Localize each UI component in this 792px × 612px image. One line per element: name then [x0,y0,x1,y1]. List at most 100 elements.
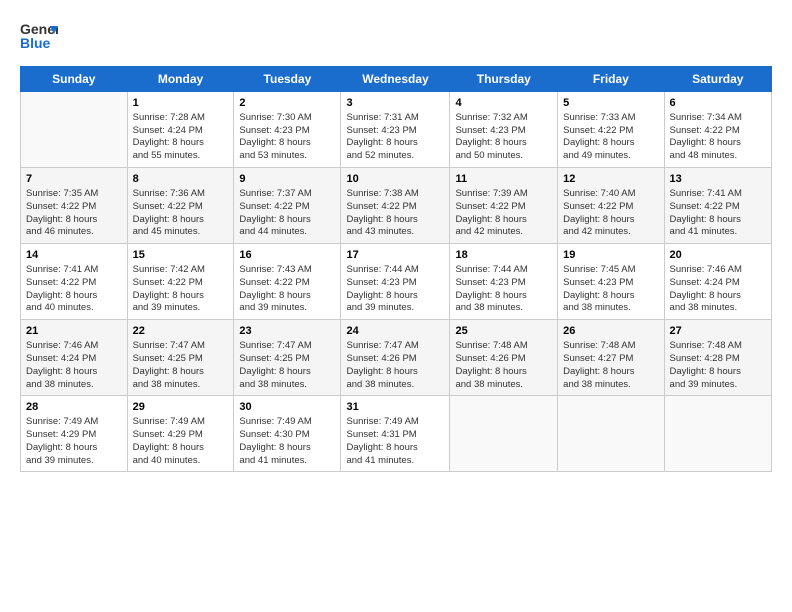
calendar-cell: 3Sunrise: 7:31 AMSunset: 4:23 PMDaylight… [341,92,450,168]
calendar-cell: 24Sunrise: 7:47 AMSunset: 4:26 PMDayligh… [341,320,450,396]
day-number: 20 [670,248,766,263]
calendar-cell: 13Sunrise: 7:41 AMSunset: 4:22 PMDayligh… [664,168,771,244]
calendar-cell: 21Sunrise: 7:46 AMSunset: 4:24 PMDayligh… [21,320,128,396]
calendar-week-1: 1Sunrise: 7:28 AMSunset: 4:24 PMDaylight… [21,92,772,168]
day-detail: Sunrise: 7:44 AMSunset: 4:23 PMDaylight:… [346,264,444,315]
day-detail: Sunrise: 7:48 AMSunset: 4:27 PMDaylight:… [563,340,658,391]
calendar-cell: 9Sunrise: 7:37 AMSunset: 4:22 PMDaylight… [234,168,341,244]
day-number: 21 [26,324,122,339]
calendar-cell: 28Sunrise: 7:49 AMSunset: 4:29 PMDayligh… [21,396,128,472]
day-number: 19 [563,248,658,263]
header-day-monday: Monday [127,67,234,92]
day-detail: Sunrise: 7:46 AMSunset: 4:24 PMDaylight:… [26,340,122,391]
day-detail: Sunrise: 7:46 AMSunset: 4:24 PMDaylight:… [670,264,766,315]
day-number: 18 [455,248,552,263]
day-number: 12 [563,172,658,187]
day-number: 1 [133,96,229,111]
day-detail: Sunrise: 7:44 AMSunset: 4:23 PMDaylight:… [455,264,552,315]
day-detail: Sunrise: 7:47 AMSunset: 4:25 PMDaylight:… [239,340,335,391]
day-detail: Sunrise: 7:49 AMSunset: 4:29 PMDaylight:… [133,416,229,467]
calendar-cell: 16Sunrise: 7:43 AMSunset: 4:22 PMDayligh… [234,244,341,320]
calendar-cell: 10Sunrise: 7:38 AMSunset: 4:22 PMDayligh… [341,168,450,244]
day-detail: Sunrise: 7:36 AMSunset: 4:22 PMDaylight:… [133,188,229,239]
day-detail: Sunrise: 7:32 AMSunset: 4:23 PMDaylight:… [455,112,552,163]
day-detail: Sunrise: 7:30 AMSunset: 4:23 PMDaylight:… [239,112,335,163]
day-number: 13 [670,172,766,187]
day-number: 5 [563,96,658,111]
calendar-cell: 5Sunrise: 7:33 AMSunset: 4:22 PMDaylight… [558,92,664,168]
calendar-cell: 4Sunrise: 7:32 AMSunset: 4:23 PMDaylight… [450,92,558,168]
day-detail: Sunrise: 7:49 AMSunset: 4:31 PMDaylight:… [346,416,444,467]
day-detail: Sunrise: 7:39 AMSunset: 4:22 PMDaylight:… [455,188,552,239]
day-detail: Sunrise: 7:40 AMSunset: 4:22 PMDaylight:… [563,188,658,239]
day-number: 11 [455,172,552,187]
day-detail: Sunrise: 7:37 AMSunset: 4:22 PMDaylight:… [239,188,335,239]
day-number: 6 [670,96,766,111]
day-detail: Sunrise: 7:42 AMSunset: 4:22 PMDaylight:… [133,264,229,315]
day-detail: Sunrise: 7:47 AMSunset: 4:26 PMDaylight:… [346,340,444,391]
header-day-thursday: Thursday [450,67,558,92]
day-detail: Sunrise: 7:45 AMSunset: 4:23 PMDaylight:… [563,264,658,315]
calendar-cell: 14Sunrise: 7:41 AMSunset: 4:22 PMDayligh… [21,244,128,320]
day-number: 2 [239,96,335,111]
calendar-cell: 27Sunrise: 7:48 AMSunset: 4:28 PMDayligh… [664,320,771,396]
day-number: 22 [133,324,229,339]
day-number: 30 [239,400,335,415]
calendar-cell: 23Sunrise: 7:47 AMSunset: 4:25 PMDayligh… [234,320,341,396]
calendar-week-3: 14Sunrise: 7:41 AMSunset: 4:22 PMDayligh… [21,244,772,320]
day-number: 24 [346,324,444,339]
day-number: 28 [26,400,122,415]
day-detail: Sunrise: 7:43 AMSunset: 4:22 PMDaylight:… [239,264,335,315]
calendar-cell: 22Sunrise: 7:47 AMSunset: 4:25 PMDayligh… [127,320,234,396]
header-day-friday: Friday [558,67,664,92]
day-number: 17 [346,248,444,263]
day-detail: Sunrise: 7:41 AMSunset: 4:22 PMDaylight:… [670,188,766,239]
header-day-tuesday: Tuesday [234,67,341,92]
calendar-header-row: SundayMondayTuesdayWednesdayThursdayFrid… [21,67,772,92]
day-number: 7 [26,172,122,187]
day-detail: Sunrise: 7:31 AMSunset: 4:23 PMDaylight:… [346,112,444,163]
header-day-sunday: Sunday [21,67,128,92]
calendar-cell: 25Sunrise: 7:48 AMSunset: 4:26 PMDayligh… [450,320,558,396]
day-number: 23 [239,324,335,339]
day-number: 8 [133,172,229,187]
calendar-cell: 7Sunrise: 7:35 AMSunset: 4:22 PMDaylight… [21,168,128,244]
page: General Blue SundayMondayTuesdayWednesda… [0,0,792,612]
day-number: 29 [133,400,229,415]
calendar-cell: 11Sunrise: 7:39 AMSunset: 4:22 PMDayligh… [450,168,558,244]
day-detail: Sunrise: 7:34 AMSunset: 4:22 PMDaylight:… [670,112,766,163]
day-detail: Sunrise: 7:47 AMSunset: 4:25 PMDaylight:… [133,340,229,391]
day-detail: Sunrise: 7:48 AMSunset: 4:26 PMDaylight:… [455,340,552,391]
calendar-cell [450,396,558,472]
header: General Blue [20,18,772,56]
calendar-week-5: 28Sunrise: 7:49 AMSunset: 4:29 PMDayligh… [21,396,772,472]
calendar-cell: 6Sunrise: 7:34 AMSunset: 4:22 PMDaylight… [664,92,771,168]
day-number: 25 [455,324,552,339]
logo-icon: General Blue [20,18,58,56]
calendar-week-2: 7Sunrise: 7:35 AMSunset: 4:22 PMDaylight… [21,168,772,244]
calendar-cell: 1Sunrise: 7:28 AMSunset: 4:24 PMDaylight… [127,92,234,168]
day-number: 3 [346,96,444,111]
calendar-cell [21,92,128,168]
day-detail: Sunrise: 7:49 AMSunset: 4:30 PMDaylight:… [239,416,335,467]
day-number: 27 [670,324,766,339]
day-number: 26 [563,324,658,339]
day-number: 16 [239,248,335,263]
day-number: 4 [455,96,552,111]
calendar-cell: 29Sunrise: 7:49 AMSunset: 4:29 PMDayligh… [127,396,234,472]
day-detail: Sunrise: 7:38 AMSunset: 4:22 PMDaylight:… [346,188,444,239]
calendar-cell [558,396,664,472]
calendar-table: SundayMondayTuesdayWednesdayThursdayFrid… [20,66,772,472]
day-detail: Sunrise: 7:33 AMSunset: 4:22 PMDaylight:… [563,112,658,163]
day-detail: Sunrise: 7:28 AMSunset: 4:24 PMDaylight:… [133,112,229,163]
calendar-cell: 30Sunrise: 7:49 AMSunset: 4:30 PMDayligh… [234,396,341,472]
day-detail: Sunrise: 7:48 AMSunset: 4:28 PMDaylight:… [670,340,766,391]
day-number: 10 [346,172,444,187]
header-day-saturday: Saturday [664,67,771,92]
day-detail: Sunrise: 7:49 AMSunset: 4:29 PMDaylight:… [26,416,122,467]
logo: General Blue [20,18,58,56]
header-day-wednesday: Wednesday [341,67,450,92]
day-detail: Sunrise: 7:35 AMSunset: 4:22 PMDaylight:… [26,188,122,239]
day-number: 31 [346,400,444,415]
calendar-cell: 12Sunrise: 7:40 AMSunset: 4:22 PMDayligh… [558,168,664,244]
